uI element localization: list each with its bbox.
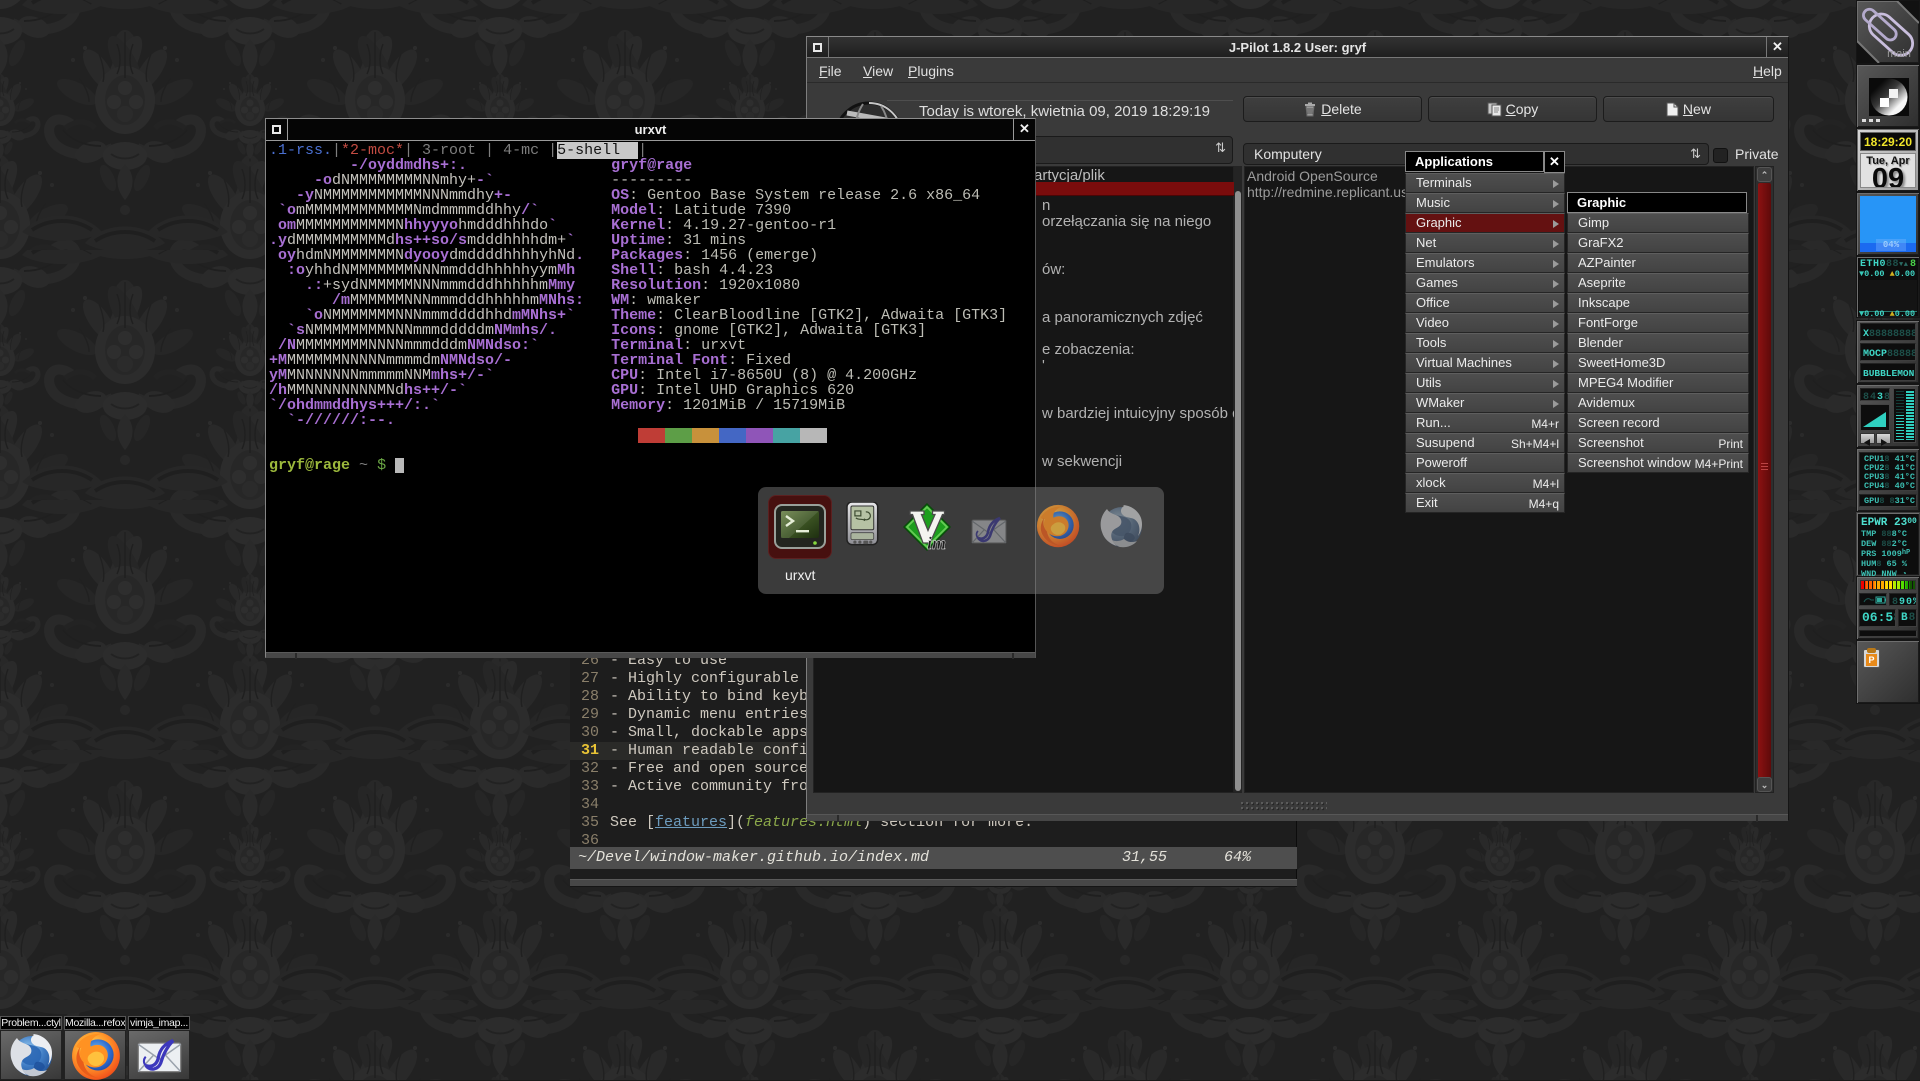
svg-text:main: main: [1887, 48, 1911, 60]
